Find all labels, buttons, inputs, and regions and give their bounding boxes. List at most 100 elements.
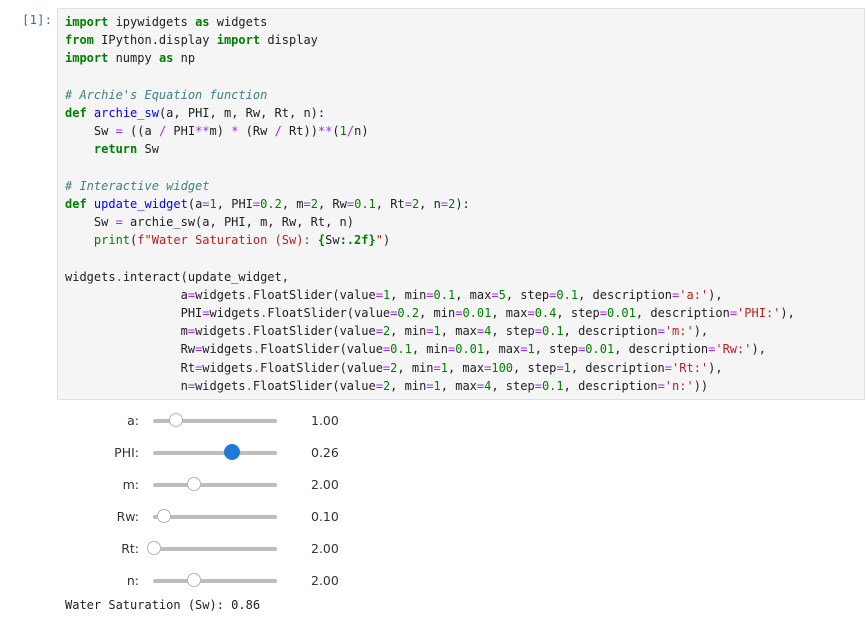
code-token: = <box>115 215 123 230</box>
code-token: 1 <box>339 124 347 139</box>
code-token: , Rw <box>317 196 347 211</box>
slider-handle[interactable] <box>147 541 162 555</box>
code-editor[interactable]: import ipywidgets as widgets from IPython… <box>65 13 795 395</box>
code-token: 1 <box>440 360 448 375</box>
code-token: FloatSlider(value <box>260 360 383 375</box>
slider-value[interactable]: 2.00 <box>311 533 339 565</box>
code-token: 1 <box>527 342 535 357</box>
code-token: as <box>195 15 210 29</box>
code-line: print(f"Water Saturation (Sw): {Sw:.2f}"… <box>65 231 795 249</box>
slider-track[interactable] <box>153 413 277 427</box>
code-token: ((a <box>122 124 159 139</box>
code-token: 0.1 <box>433 287 456 302</box>
code-token: display <box>260 33 318 48</box>
code-token: n) <box>354 124 369 139</box>
code-line: Sw = ((a / PHI**m) * (Rw / Rt))**(1/n) <box>65 122 795 140</box>
code-token: FloatSlider(value <box>260 342 383 357</box>
code-token: 0.2 <box>397 306 420 320</box>
slider-value[interactable]: 2.00 <box>311 565 339 597</box>
code-token: 5 <box>498 287 506 302</box>
float-slider-phi: PHI: 0.26 <box>0 437 867 469</box>
code-token: , max <box>455 287 492 302</box>
slider-handle[interactable] <box>187 477 202 491</box>
code-token: 100 <box>491 360 514 375</box>
slider-handle[interactable] <box>224 444 241 460</box>
code-token: , min <box>390 287 427 302</box>
code-token: ), <box>693 324 709 339</box>
code-token: , description <box>614 342 709 357</box>
code-token: widgets <box>195 287 246 302</box>
slider-value[interactable]: 1.00 <box>311 405 339 437</box>
float-slider-m: m: 2.00 <box>0 469 867 501</box>
code-token: = <box>729 306 738 320</box>
slider-handle[interactable] <box>168 413 183 427</box>
code-token: 0.01 <box>606 306 636 320</box>
code-token: , max <box>440 324 477 339</box>
code-token: = <box>187 287 196 302</box>
code-token: / <box>346 124 355 139</box>
code-token: 0.1 <box>541 378 564 393</box>
code-token: Sw <box>325 233 340 248</box>
slider-value[interactable]: 0.26 <box>311 437 339 469</box>
code-token: , step <box>491 324 535 339</box>
code-token: from <box>65 33 94 48</box>
code-token: 0.1 <box>390 342 412 357</box>
float-slider-n: n: 2.00 <box>0 565 867 597</box>
code-token: = <box>375 378 383 393</box>
code-token: IPython.display <box>93 33 217 48</box>
code-token: return <box>93 142 138 157</box>
slider-label: Rt: <box>121 541 139 556</box>
code-token: ), <box>780 306 795 320</box>
code-token: , max <box>484 342 521 357</box>
slider-label: n: <box>126 573 139 588</box>
slider-track[interactable] <box>153 477 277 491</box>
code-line: widgets.interact(update_widget, <box>65 268 795 286</box>
code-line: m=widgets.FloatSlider(value=2, min=1, ma… <box>65 322 795 340</box>
code-token: ), <box>751 342 766 357</box>
code-token: , PHI <box>216 196 253 211</box>
code-token: 0.1 <box>556 287 579 302</box>
code-token: def <box>65 105 87 120</box>
code-token: print <box>93 233 131 248</box>
code-token: , description <box>563 378 658 393</box>
code-line: Rt=widgets.FloatSlider(value=2, min=1, m… <box>65 359 795 377</box>
code-token: = <box>599 306 607 320</box>
code-token: import <box>65 15 109 29</box>
slider-handle[interactable] <box>157 509 172 523</box>
code-token: FloatSlider(value <box>252 287 376 302</box>
code-token: FloatSlider(value <box>252 324 376 339</box>
code-token: ipywidgets <box>108 15 196 29</box>
slider-handle[interactable] <box>187 573 202 587</box>
code-token: , step <box>556 306 600 320</box>
code-token: 'm:' <box>664 324 694 339</box>
code-token: = <box>664 360 673 375</box>
code-token: m <box>65 324 188 339</box>
code-line: Sw = archie_sw(a, PHI, m, Rw, Rt, n) <box>65 213 795 231</box>
slider-track[interactable] <box>153 444 277 460</box>
code-token: n <box>65 378 188 393</box>
code-token: = <box>426 324 434 339</box>
slider-value[interactable]: 0.10 <box>311 501 339 533</box>
code-token: archie_sw(a, PHI, m, Rw, Rt, n) <box>122 215 354 230</box>
code-token: , max <box>447 360 485 375</box>
code-token: PHI <box>65 306 203 320</box>
slider-track[interactable] <box>147 541 277 555</box>
code-token: , Rt <box>375 196 405 211</box>
code-token: 0.01 <box>462 306 492 320</box>
code-token: widgets <box>195 324 246 339</box>
slider-track[interactable] <box>153 509 277 523</box>
code-token: , description <box>570 360 665 375</box>
code-token: archie_sw <box>93 105 159 120</box>
code-cell-input[interactable]: import ipywidgets as widgets from IPython… <box>57 8 865 400</box>
code-token: , description <box>578 287 673 302</box>
slider-value[interactable]: 2.00 <box>311 469 339 501</box>
code-token: = <box>375 287 383 302</box>
code-token: = <box>404 196 412 211</box>
code-token: :.2f} <box>339 233 376 248</box>
slider-track[interactable] <box>153 573 277 587</box>
code-token: 0.01 <box>455 342 485 357</box>
